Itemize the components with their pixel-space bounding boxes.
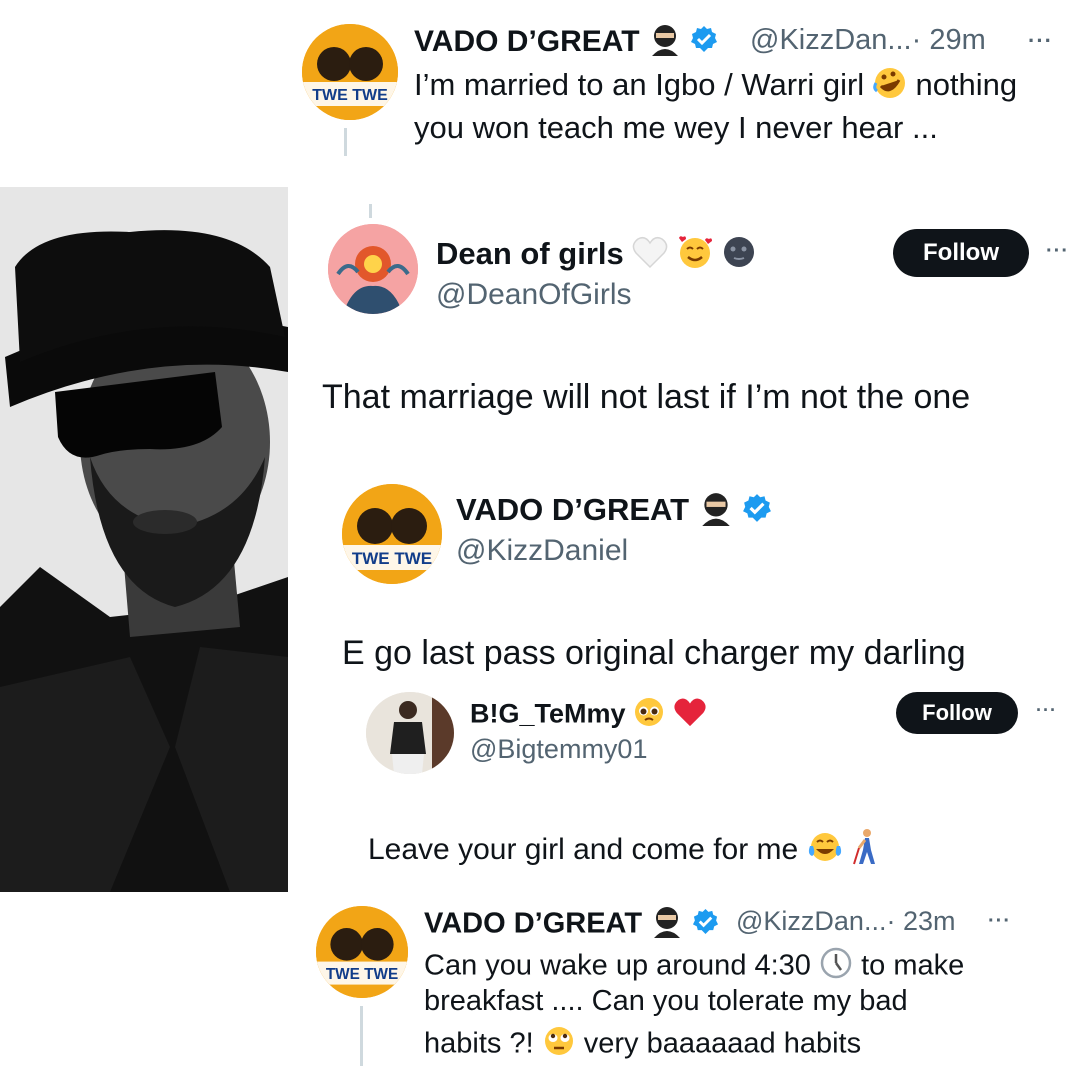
tweet-text-line-2: you won teach me wey I never hear ... <box>414 110 938 145</box>
verified-badge-icon <box>742 493 772 531</box>
author-handle[interactable]: @Bigtemmy01 <box>470 734 647 765</box>
avatar-logo-text: TWE TWE <box>352 549 432 568</box>
avatar[interactable] <box>366 692 454 774</box>
author-name[interactable]: VADO D’GREAT <box>456 490 772 534</box>
author-handle[interactable]: @DeanOfGirls <box>436 278 632 312</box>
ninja-emoji-icon <box>650 904 684 946</box>
eye-roll-emoji-icon <box>542 1024 576 1066</box>
author-name-text: Dean of girls <box>436 236 624 272</box>
tweet-text-line-3: habits ?! very baaaaaad habits <box>424 1024 861 1066</box>
more-options-icon[interactable]: ··· <box>1046 240 1069 263</box>
tweet-text: That marriage will not last if I’m not t… <box>322 378 971 416</box>
tweet-text-line-2: breakfast .... Can you tolerate my bad <box>424 985 908 1017</box>
author-name-text: VADO D’GREAT <box>424 907 643 940</box>
clock-emoji-icon <box>819 946 853 988</box>
author-name[interactable]: B!G_TeMmy <box>470 696 707 735</box>
author-name[interactable]: Dean of girls <box>436 234 756 278</box>
timestamp: · 23m <box>886 906 956 936</box>
pleading-face-emoji-icon <box>633 696 665 735</box>
avatar-logo-text: TWE TWE <box>326 966 398 983</box>
rofl-emoji-icon <box>873 66 907 108</box>
author-handle[interactable]: @KizzDan...· 29m <box>750 24 986 57</box>
author-handle[interactable]: @KizzDaniel <box>456 534 628 568</box>
smiling-hearts-emoji-icon <box>677 234 713 278</box>
more-options-icon[interactable]: ··· <box>1028 28 1053 54</box>
author-handle[interactable]: @KizzDan...· 23m <box>736 906 955 937</box>
follow-button[interactable]: Follow <box>893 229 1029 277</box>
tweet-text: E go last pass original charger my darli… <box>342 634 966 672</box>
tears-of-joy-emoji-icon <box>807 830 843 872</box>
timestamp: · 29m <box>911 24 986 56</box>
thread-line <box>369 204 372 218</box>
thread-line <box>360 1006 363 1066</box>
tweet-text: Leave your girl and come for me <box>368 828 881 874</box>
ninja-emoji-icon <box>698 490 734 534</box>
avatar[interactable] <box>328 224 418 314</box>
more-options-icon[interactable]: ··· <box>1036 700 1057 721</box>
portrait-photo <box>0 187 288 892</box>
author-name-text: VADO D’GREAT <box>414 24 640 58</box>
avatar[interactable]: TWE TWE <box>342 484 442 584</box>
white-heart-emoji-icon <box>632 235 668 277</box>
author-name-text: VADO D’GREAT <box>456 492 690 528</box>
ninja-emoji-icon <box>648 22 682 64</box>
tweet-text-line-1: Can you wake up around 4:30 to make <box>424 946 964 988</box>
avatar[interactable]: TWE TWE <box>316 906 408 998</box>
verified-badge-icon <box>692 908 719 943</box>
red-heart-emoji-icon <box>673 696 707 735</box>
follow-button[interactable]: Follow <box>896 692 1018 734</box>
handle-text: @KizzDan... <box>736 906 887 936</box>
new-moon-face-emoji-icon <box>722 235 756 277</box>
author-name[interactable]: VADO D’GREAT <box>414 22 718 64</box>
avatar[interactable]: TWE TWE <box>302 24 398 120</box>
handle-text: @KizzDan... <box>750 24 912 56</box>
author-name[interactable]: VADO D’GREAT <box>424 904 719 946</box>
person-with-cane-emoji-icon <box>851 828 881 874</box>
tweet-text-line-1: I’m married to an Igbo / Warri girl noth… <box>414 66 1017 108</box>
thread-line <box>344 128 347 156</box>
avatar-logo-text: TWE TWE <box>312 87 388 104</box>
author-name-text: B!G_TeMmy <box>470 698 626 729</box>
more-options-icon[interactable]: ··· <box>988 910 1011 933</box>
verified-badge-icon <box>690 25 718 61</box>
